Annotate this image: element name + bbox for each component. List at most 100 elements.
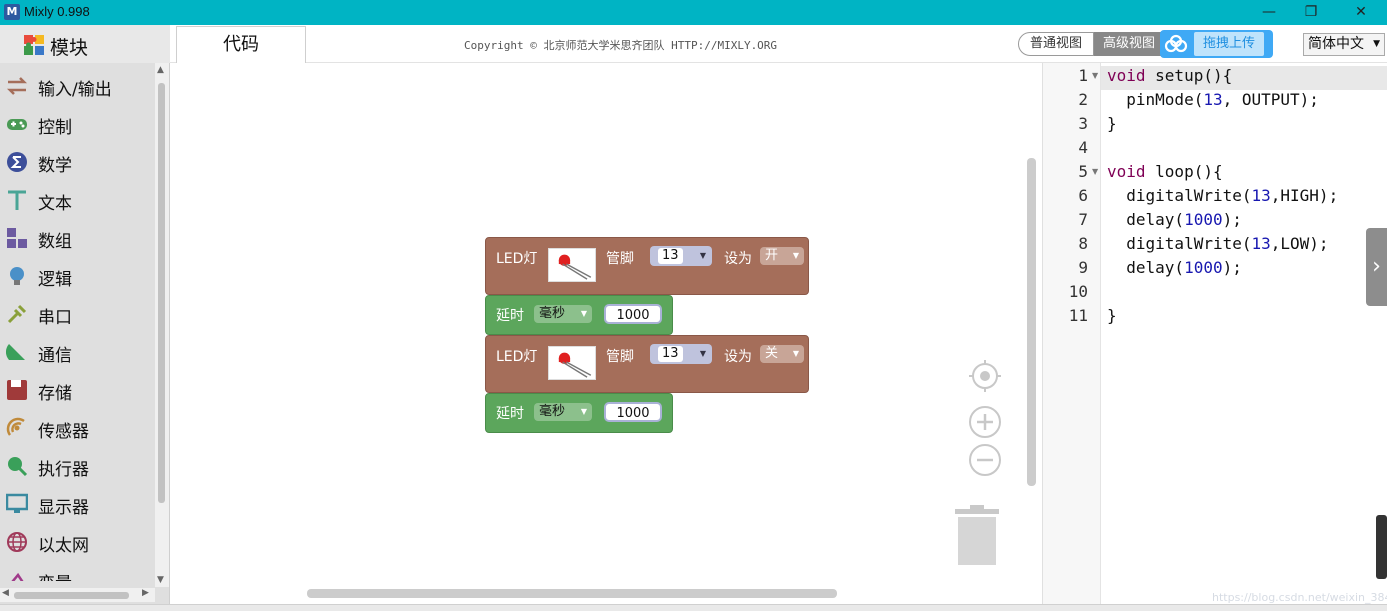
sidebar-item-12[interactable]: 以太网 (0, 523, 155, 561)
drag-upload-button[interactable]: 拖拽上传 (1160, 30, 1273, 58)
sidebar-item-8[interactable]: 存储 (0, 371, 155, 409)
restore-button[interactable]: ❐ (1288, 0, 1334, 25)
led-block-label: LED灯 (496, 346, 537, 366)
scroll-left-icon[interactable]: ◀ (2, 588, 9, 598)
sidebar-item-2[interactable]: 数学 (0, 143, 155, 181)
language-select[interactable]: 简体中文 ▼ (1303, 33, 1385, 56)
code-text: ,HIGH); (1271, 186, 1338, 205)
drag-upload-label: 拖拽上传 (1194, 32, 1264, 56)
copyright-text: Copyright © 北京师范大学米思齐团队 HTTP://MIXLY.ORG (464, 37, 777, 53)
fold-arrow-icon[interactable]: ▼ (1092, 167, 1098, 176)
sidebar-horizontal-scrollbar[interactable]: ◀ ▶ (0, 588, 155, 602)
sidebar-item-label: 数学 (38, 151, 72, 176)
minimize-button[interactable]: — (1246, 0, 1292, 25)
code-line: digitalWrite(13,LOW); (1107, 234, 1329, 253)
array-blocks-icon (6, 227, 28, 249)
fold-arrow-icon[interactable]: ▼ (1092, 71, 1098, 80)
line-number: 1 (1078, 66, 1088, 85)
code-text: ); (1223, 258, 1242, 277)
delay-block-label: 延时 (496, 305, 524, 325)
led-block[interactable]: LED灯 管脚 13 ▼设为 开 ▼ (485, 237, 809, 295)
pin-dropdown[interactable]: 13 ▼ (650, 246, 712, 266)
side-widget (1376, 515, 1387, 579)
unit-dropdown[interactable]: 毫秒 ▼ (534, 305, 592, 323)
workspace-vertical-scrollbar[interactable] (1027, 158, 1036, 486)
blockly-workspace[interactable]: LED灯 管脚 13 ▼设为 开 ▼ 延时 毫秒 ▼ 1000 LED灯 管脚 13 … (170, 63, 1042, 611)
sidebar-vertical-scrollbar[interactable]: ▲ ▼ (155, 63, 169, 587)
code-text: , OUTPUT); (1223, 90, 1319, 109)
sidebar-item-4[interactable]: 数组 (0, 219, 155, 257)
sidebar-item-1[interactable]: 控制 (0, 105, 155, 143)
delay-block-label: 延时 (496, 403, 524, 423)
sidebar-item-9[interactable]: 传感器 (0, 409, 155, 447)
delay-block[interactable]: 延时 毫秒 ▼ 1000 (485, 295, 673, 335)
sidebar-item-0[interactable]: 输入/输出 (0, 67, 155, 105)
sidebar-item-5[interactable]: 逻辑 (0, 257, 155, 295)
line-number: 5 (1078, 162, 1088, 181)
sidebar-item-label: 传感器 (38, 417, 89, 442)
chevron-down-icon: ▼ (793, 247, 799, 265)
trash-icon[interactable] (955, 505, 999, 567)
code-line: } (1107, 114, 1117, 133)
zoom-in-icon[interactable] (968, 405, 1002, 439)
sidebar-item-label: 串口 (38, 303, 72, 328)
code-text: } (1107, 114, 1117, 133)
code-line: delay(1000); (1107, 210, 1242, 229)
expand-panel-handle[interactable]: › (1366, 228, 1387, 306)
sidebar-item-label: 输入/输出 (38, 75, 112, 100)
code-text: digitalWrite( (1107, 234, 1252, 253)
unit-value: 毫秒 (539, 306, 565, 321)
sidebar-item-label: 存储 (38, 379, 72, 404)
tab-code[interactable]: 代码 (176, 26, 306, 63)
scroll-up-icon[interactable]: ▲ (157, 65, 164, 75)
sidebar-item-7[interactable]: 通信 (0, 333, 155, 371)
text-t-icon (6, 189, 28, 211)
delay-value-input[interactable]: 1000 (604, 402, 662, 422)
zoom-out-icon[interactable] (968, 443, 1002, 477)
sidebar-item-3[interactable]: 文本 (0, 181, 155, 219)
sidebar-item-label: 控制 (38, 113, 72, 138)
state-dropdown[interactable]: 开 ▼ (760, 247, 804, 265)
pin-value: 13 (658, 346, 683, 362)
line-number: 4 (1078, 138, 1088, 157)
sidebar-hscroll-thumb[interactable] (14, 592, 129, 599)
sidebar-item-6[interactable]: 串口 (0, 295, 155, 333)
sidebar-item-label: 变量 (38, 569, 72, 581)
delay-block[interactable]: 延时 毫秒 ▼ 1000 (485, 393, 673, 433)
gamepad-icon (6, 113, 28, 135)
sidebar-item-10[interactable]: 执行器 (0, 447, 155, 485)
code-text: setup(){ (1146, 66, 1233, 85)
sidebar-item-label: 逻辑 (38, 265, 72, 290)
floppy-disk-icon (6, 379, 28, 401)
workspace-horizontal-scrollbar[interactable] (307, 589, 837, 598)
line-number: 7 (1078, 210, 1088, 229)
delay-value-input[interactable]: 1000 (604, 304, 662, 324)
line-number: 11 (1069, 306, 1088, 325)
pin-label: 管脚 (606, 248, 634, 268)
pin-value: 13 (658, 248, 683, 264)
header-bar: 代码 Copyright © 北京师范大学米思齐团队 HTTP://MIXLY.… (170, 25, 1387, 63)
normal-view-button[interactable]: 普通视图 (1018, 32, 1094, 56)
line-number: 8 (1078, 234, 1088, 253)
sidebar-scroll-thumb[interactable] (158, 83, 165, 503)
advanced-view-button[interactable]: 高级视图 (1094, 32, 1164, 56)
recenter-icon[interactable] (968, 359, 1002, 393)
line-number: 2 (1078, 90, 1088, 109)
close-button[interactable]: ✕ (1338, 0, 1384, 25)
line-number: 9 (1078, 258, 1088, 277)
code-editor[interactable]: 1234567891011▼▼ void setup(){ pinMode(13… (1042, 63, 1387, 611)
line-number: 10 (1069, 282, 1088, 301)
unit-dropdown[interactable]: 毫秒 ▼ (534, 403, 592, 421)
sidebar-item-label: 文本 (38, 189, 72, 214)
chevron-down-icon: ▼ (581, 305, 587, 323)
pin-dropdown[interactable]: 13 ▼ (650, 344, 712, 364)
number-literal: 1000 (1184, 210, 1223, 229)
sidebar-item-11[interactable]: 显示器 (0, 485, 155, 523)
code-line: delay(1000); (1107, 258, 1242, 277)
sigma-icon (6, 151, 28, 173)
sidebar-item-13[interactable]: 变量 (0, 561, 155, 581)
scroll-down-icon[interactable]: ▼ (157, 575, 164, 585)
led-block[interactable]: LED灯 管脚 13 ▼设为 关 ▼ (485, 335, 809, 393)
state-dropdown[interactable]: 关 ▼ (760, 345, 804, 363)
scroll-right-icon[interactable]: ▶ (142, 588, 149, 598)
